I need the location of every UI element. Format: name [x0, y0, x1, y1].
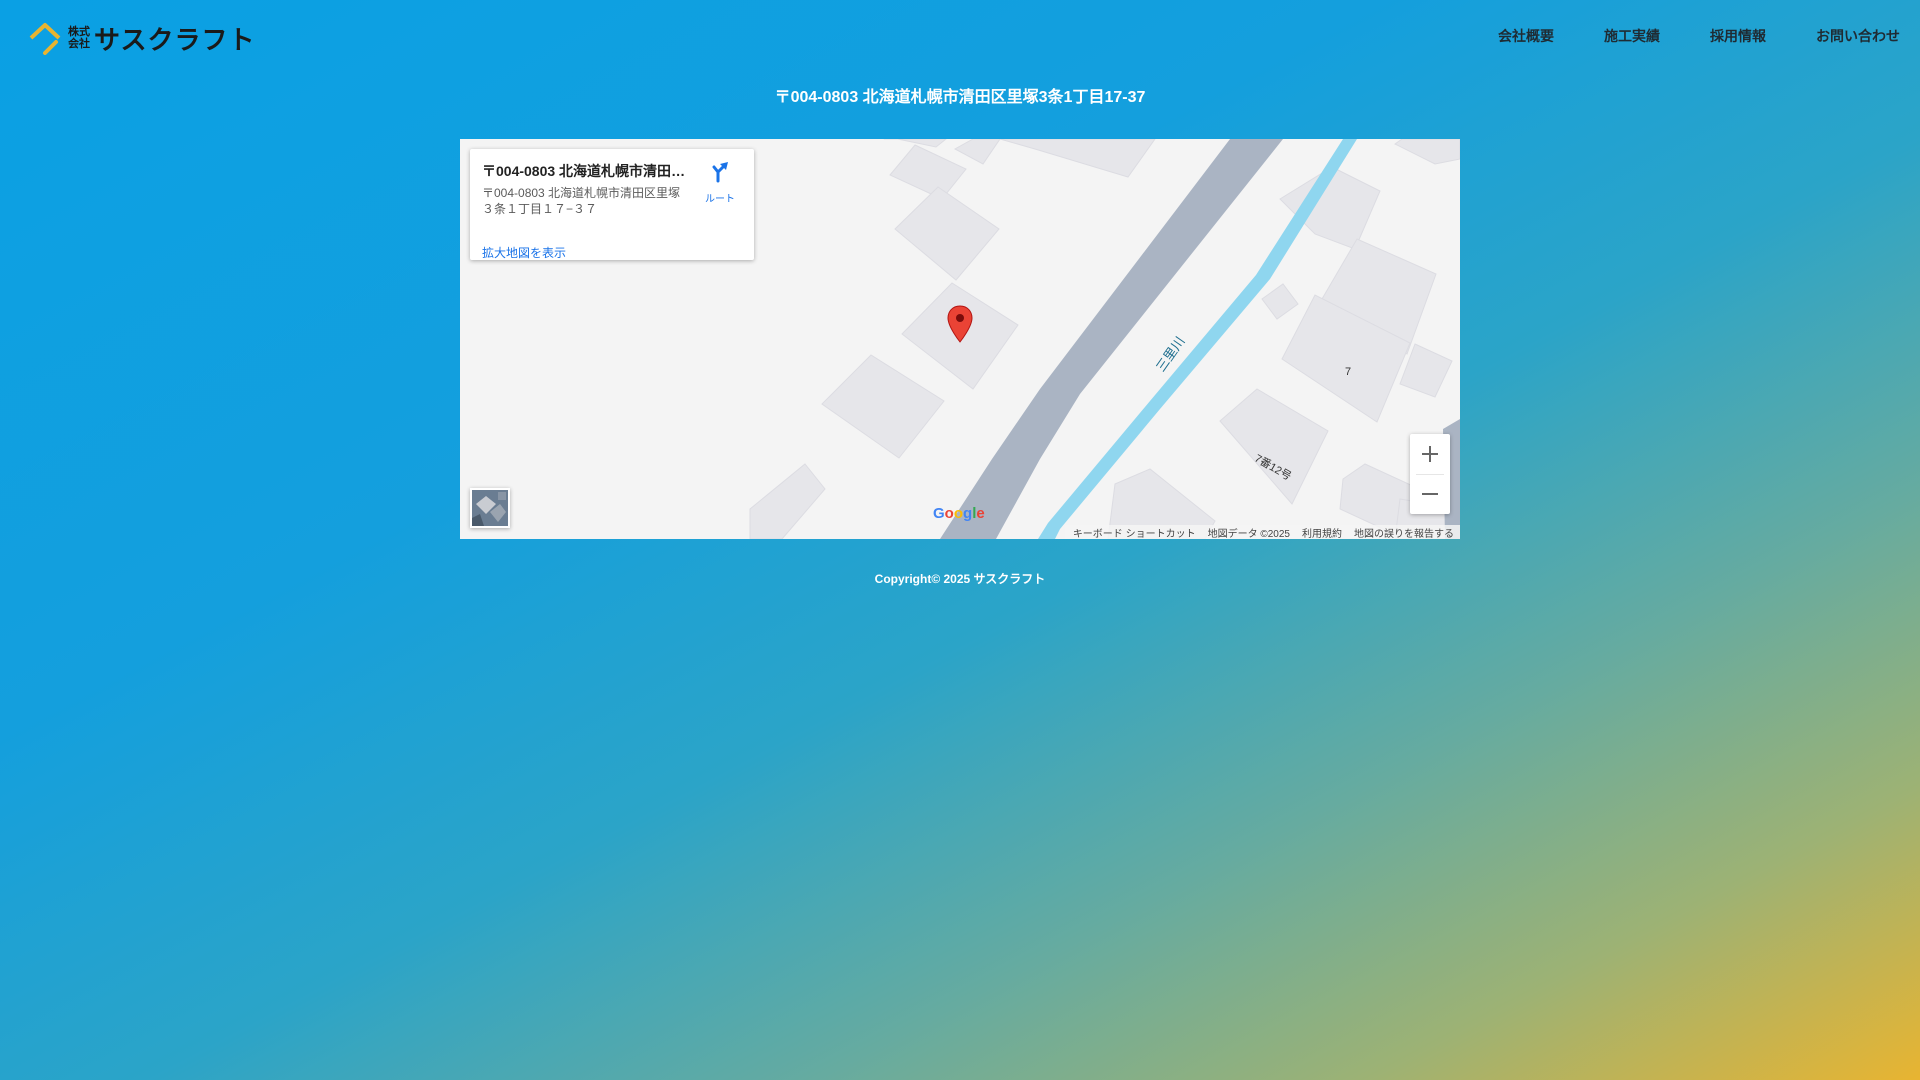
route-button[interactable]: ルート [698, 161, 742, 205]
google-logo-letter: g [963, 505, 973, 522]
address-heading: 〒004-0803 北海道札幌市清田区里塚3条1丁目17-37 [774, 89, 1146, 106]
map-data-credit: 地図データ ©2025 [1207, 528, 1290, 540]
directions-icon [712, 162, 728, 183]
place-title: 〒004-0803 北海道札幌市清田区里塚3条1丁目17-37 [482, 163, 692, 179]
nav-recruit[interactable]: 採用情報 [1710, 26, 1766, 46]
keyboard-shortcuts-link[interactable]: キーボード ショートカット [1073, 525, 1196, 540]
map-pin-icon[interactable] [946, 304, 974, 344]
place-address: 〒004-0803 北海道札幌市清田区里塚３条１丁目１７−３７ [482, 186, 681, 216]
logo-small-line1: 株式 [68, 26, 90, 38]
place-info-card: 〒004-0803 北海道札幌市清田区里塚3条1丁目17-37 〒004-080… [470, 149, 754, 260]
copyright: Copyright© 2025 サスクラフト [874, 572, 1046, 586]
route-label: ルート [705, 194, 735, 205]
google-logo-letter: o [944, 505, 954, 522]
google-logo-letter: G [933, 505, 945, 522]
zoom-control [1410, 434, 1450, 514]
google-map-embed[interactable]: 三里川 7 7番12号 〒004-0803 北海道札幌市清田区里塚3条1丁目17… [460, 139, 1460, 539]
nav-works[interactable]: 施工実績 [1604, 26, 1660, 46]
main-nav: 会社概要 施工実績 採用情報 お問い合わせ [1498, 26, 1900, 46]
report-error-link[interactable]: 地図の誤りを報告する [1354, 525, 1454, 540]
block-number-label: 7 [1345, 366, 1352, 378]
satellite-thumbnail-icon [472, 490, 508, 526]
logo-mark-icon [29, 23, 61, 55]
google-logo-letter: o [953, 505, 964, 522]
view-larger-map-link[interactable]: 拡大地図を表示 [482, 244, 566, 261]
nav-company-overview[interactable]: 会社概要 [1498, 26, 1554, 46]
minus-icon [1422, 493, 1438, 495]
zoom-in-button[interactable] [1410, 434, 1450, 474]
satellite-toggle[interactable] [470, 488, 510, 528]
logo-company-name: サスクラフト [94, 24, 256, 55]
google-logo: Google [933, 505, 985, 522]
company-logo[interactable]: 株式 会社 サスクラフト [28, 18, 255, 58]
nav-contact[interactable]: お問い合わせ [1816, 26, 1900, 46]
zoom-out-button[interactable] [1410, 474, 1450, 514]
map-attribution-bar: キーボード ショートカット 地図データ ©2025 利用規約 地図の誤りを報告す… [1064, 525, 1460, 540]
terms-link[interactable]: 利用規約 [1302, 525, 1342, 540]
plus-icon [1422, 446, 1438, 462]
logo-small-line2: 会社 [68, 38, 90, 50]
logo-corporate-label: 株式 会社 [68, 26, 90, 50]
google-logo-letter: e [976, 505, 985, 522]
